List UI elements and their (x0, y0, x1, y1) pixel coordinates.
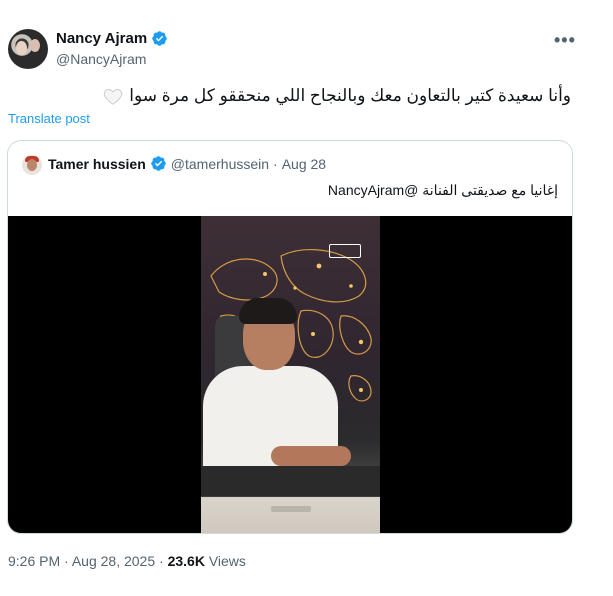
quoted-author-name[interactable]: Tamer hussien (48, 156, 146, 172)
footer-separator: · (64, 553, 69, 569)
tweet-text-row: وأنا سعيدة كتير بالتعاون معك وبالنجاح ال… (103, 86, 571, 106)
avatar-face (30, 39, 40, 52)
footer-separator: · (159, 553, 164, 569)
quoted-meta-separator: · (273, 155, 278, 172)
quoted-author-avatar[interactable] (22, 155, 42, 175)
video-frame (201, 216, 380, 533)
person-hair (239, 298, 297, 324)
more-options-icon[interactable]: ••• (554, 30, 576, 51)
verified-badge-icon (151, 156, 166, 171)
quoted-date[interactable]: Aug 28 (282, 156, 326, 172)
tweet-text: وأنا سعيدة كتير بالتعاون معك وبالنجاح ال… (129, 86, 571, 105)
views-label: Views (208, 553, 246, 569)
tweet-footer: 9:26 PM · Aug 28, 2025 · 23.6K Views (8, 553, 246, 569)
verified-badge-icon (152, 31, 167, 46)
post-time[interactable]: 9:26 PM (8, 553, 60, 569)
quoted-text: إغانيا مع صديقتى الفنانة @NancyAjram (327, 182, 558, 198)
views-count[interactable]: 23.6K (168, 553, 205, 569)
channel-logo (329, 244, 361, 258)
author-handle[interactable]: @NancyAjram (56, 51, 146, 67)
quoted-header: Tamer hussien @tamerhussein · Aug 28 (48, 155, 326, 172)
desk (201, 466, 380, 533)
avatar-face (16, 41, 27, 55)
author-avatar[interactable] (8, 29, 48, 69)
video-player[interactable] (8, 216, 572, 533)
quoted-author-handle[interactable]: @tamerhussein (171, 156, 269, 172)
avatar-face (27, 159, 37, 171)
author-name[interactable]: Nancy Ajram (56, 30, 147, 47)
translate-post-link[interactable]: Translate post (8, 111, 90, 126)
post-date[interactable]: Aug 28, 2025 (72, 553, 155, 569)
microphone (271, 506, 311, 512)
white-heart-emoji-icon (104, 88, 123, 105)
author-name-row[interactable]: Nancy Ajram (56, 30, 168, 47)
quoted-tweet-card[interactable]: Tamer hussien @tamerhussein · Aug 28 إغا… (7, 140, 573, 534)
person-arm (271, 446, 351, 466)
